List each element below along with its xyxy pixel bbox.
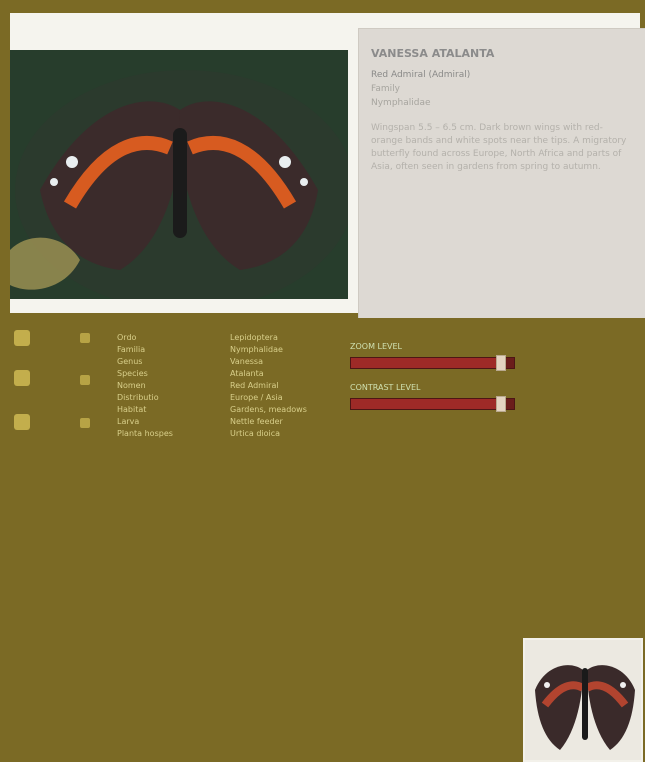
taxonomy-label: Species [117,369,148,378]
taxonomy-label: Habitat [117,405,147,414]
contrast-slider[interactable] [350,396,515,412]
taxonomy-label: Familia [117,345,146,354]
app-window: VANESSA ATALANTA Red Admiral (Admiral) F… [0,0,645,762]
toolbar-icons [14,330,104,430]
taxonomy-label: Ordo [117,333,137,342]
family-label: Family [371,84,400,94]
taxonomy-label: Distributio [117,393,159,402]
settings-icon[interactable] [14,414,30,430]
photo-bottom-strip [10,299,348,313]
species-subtitle: Red Admiral (Admiral) [371,70,471,80]
taxonomy-value: Gardens, meadows [230,405,307,414]
home-icon[interactable] [14,330,30,346]
thumbnail-panel[interactable] [523,638,643,762]
zoom-slider[interactable] [350,355,515,371]
zoom-knob[interactable] [495,355,506,371]
help-icon[interactable] [80,418,90,428]
info-icon[interactable] [80,333,90,343]
contrast-fill [351,399,501,409]
taxonomy-value: Urtica dioica [230,429,281,438]
thumbnail-image [525,640,641,760]
contrast-knob[interactable] [495,396,506,412]
info-panel: VANESSA ATALANTA Red Admiral (Admiral) F… [358,28,645,328]
bottom-toolbar: Ordo Familia Genus Species Nomen Distrib… [0,318,645,762]
search-icon[interactable] [80,375,90,385]
species-description: Wingspan 5.5 – 6.5 cm. Dark brown wings … [371,123,627,172]
taxonomy-label: Nomen [117,381,146,390]
taxonomy-value: Europe / Asia [230,393,283,402]
butterfly-photo[interactable] [10,50,348,299]
taxonomy-label: Genus [117,357,143,366]
taxonomy-value: Vanessa [230,357,263,366]
zoom-fill [351,358,501,368]
taxonomy-value: Red Admiral [230,381,279,390]
taxonomy-label: Larva [117,417,140,426]
slider-panel: ZOOM LEVEL CONTRAST LEVEL [350,328,520,438]
family-value: Nymphalidae [371,98,431,108]
contrast-label: CONTRAST LEVEL [350,383,421,392]
butterfly-image [10,50,348,299]
taxonomy-value: Atalanta [230,369,264,378]
taxonomy-value: Nettle feeder [230,417,283,426]
species-title: VANESSA ATALANTA [371,47,495,60]
taxonomy-values: Lepidoptera Nymphalidae Vanessa Atalanta… [230,332,350,440]
taxonomy-label: Planta hospes [117,429,173,438]
gallery-icon[interactable] [14,370,30,386]
taxonomy-value: Lepidoptera [230,333,278,342]
taxonomy-labels: Ordo Familia Genus Species Nomen Distrib… [117,332,227,440]
taxonomy-value: Nymphalidae [230,345,283,354]
zoom-label: ZOOM LEVEL [350,342,403,351]
content-panel: VANESSA ATALANTA Red Admiral (Admiral) F… [10,13,645,328]
